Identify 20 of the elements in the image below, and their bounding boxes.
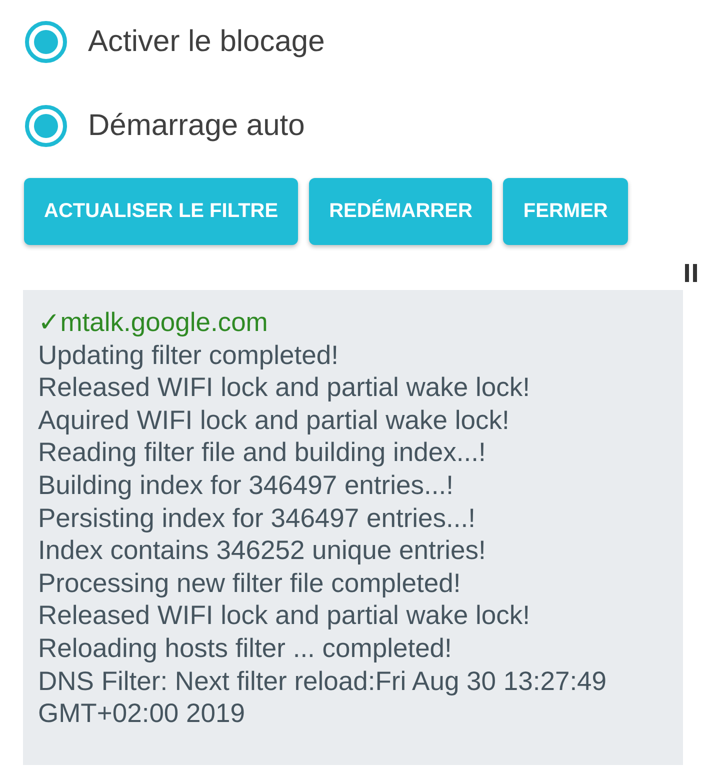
log-line: ✓mtalk.google.com xyxy=(38,306,269,339)
log-line: Released WIFI lock and partial wake lock! xyxy=(38,371,531,404)
radio-button[interactable] xyxy=(25,21,67,63)
log-line: Index contains 346252 unique entries! xyxy=(38,534,487,567)
option-label: Démarrage auto xyxy=(88,108,305,144)
log-line: Aquired WIFI lock and partial wake lock! xyxy=(38,404,510,436)
log-line: Reading filter file and building index...! xyxy=(38,436,487,469)
action-button[interactable]: ACTUALISER LE FILTRE xyxy=(24,178,298,245)
log-line: Processing new filter file completed! xyxy=(38,566,462,600)
log-line: Updating filter completed! xyxy=(38,338,340,372)
radio-button[interactable] xyxy=(25,105,67,147)
log-line: Released WIFI lock and partial wake lock! xyxy=(38,599,531,632)
log-line: Building index for 346497 entries...! xyxy=(38,468,454,502)
pause-icon[interactable] xyxy=(685,264,697,282)
log-line: Persisting index for 346497 entries...! xyxy=(38,502,476,534)
log-line: Reloading hosts filter ... completed! xyxy=(38,632,453,665)
action-button[interactable]: REDÉMARRER xyxy=(309,178,492,245)
action-button[interactable]: FERMER xyxy=(503,178,628,245)
log-line: DNS Filter: Next filter reload:Fri Aug 30 13:27:49 GMT+02:00 2019 xyxy=(38,664,608,730)
option-label: Activer le blocage xyxy=(88,24,325,60)
